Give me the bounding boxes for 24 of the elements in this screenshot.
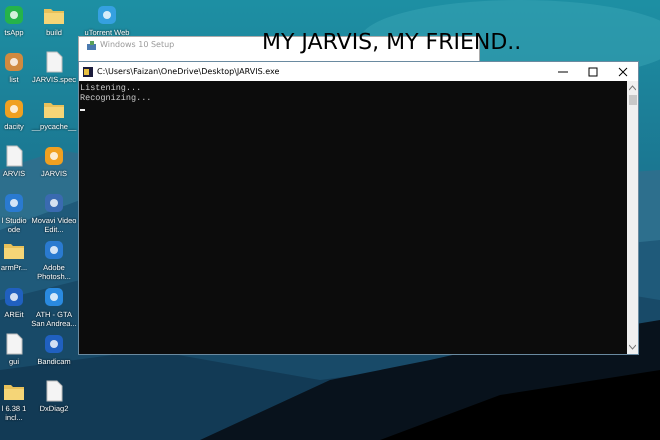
scroll-down-icon[interactable] [629, 344, 636, 350]
console-line: Recognizing... [80, 93, 152, 103]
window-title: C:\Users\Faizan\OneDrive\Desktop\JARVIS.exe [97, 66, 280, 78]
app-icon[interactable] [43, 286, 65, 308]
scroll-up-icon[interactable] [629, 85, 636, 91]
close-icon [618, 66, 628, 76]
app-icon[interactable] [3, 98, 25, 120]
setup-icon [87, 40, 96, 50]
app-icon[interactable] [43, 192, 65, 214]
maximize-icon [588, 66, 598, 76]
app-icon[interactable] [3, 286, 25, 308]
text-cursor [80, 109, 85, 111]
app-icon[interactable] [3, 51, 25, 73]
console-icon [83, 66, 93, 76]
app-icon[interactable] [96, 4, 118, 26]
app-icon[interactable] [43, 145, 65, 167]
minimize-icon [558, 70, 568, 72]
window-title: Windows 10 Setup [100, 39, 174, 51]
app-icon[interactable] [43, 333, 65, 355]
console-line: Listening... [80, 83, 142, 93]
scroll-thumb[interactable] [628, 95, 636, 105]
app-icon[interactable] [3, 192, 25, 214]
app-icon[interactable] [3, 4, 25, 26]
app-icon[interactable] [43, 239, 65, 261]
